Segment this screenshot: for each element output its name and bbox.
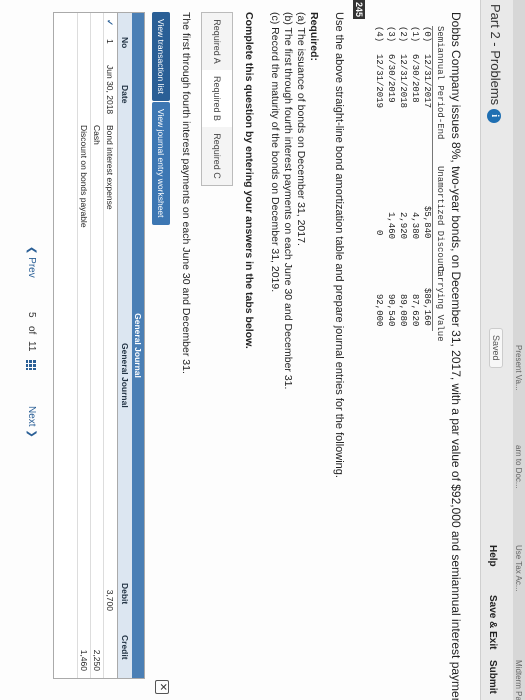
view-journal-worksheet-button[interactable]: View journal entry worksheet	[152, 102, 170, 225]
page-of: of	[26, 326, 37, 335]
header-discount: Unamortized Discount	[435, 166, 445, 275]
browser-tab-strip: Midterm Par... Use Tax Ac... arn to Doc.…	[513, 0, 525, 700]
account-cell[interactable]: Discount on bonds payable	[79, 125, 89, 228]
table-row: Cash 2,250	[90, 13, 104, 678]
assignment-page: Midterm Par... Use Tax Ac... arn to Doc.…	[0, 0, 525, 700]
browser-tab[interactable]: Present Va...	[514, 345, 523, 391]
chevron-left-icon: ❮	[26, 246, 37, 255]
grid-icon[interactable]	[26, 360, 36, 370]
debit-cell[interactable]: 3,700	[105, 553, 115, 611]
browser-tab[interactable]: Use Tax Ac...	[514, 545, 523, 592]
account-cell[interactable]: Cash	[92, 125, 102, 145]
browser-tab[interactable]: Midterm Par...	[514, 660, 523, 700]
account-cell[interactable]: Bond interest expense	[105, 125, 115, 210]
journal-title: General Journal	[132, 13, 144, 678]
table-row: ✓ 1 Jun 30, 2018 Bond interest expense 3…	[103, 13, 117, 678]
side-tag: 245	[353, 0, 365, 20]
header-account: General Journal	[120, 343, 130, 408]
header-no: No	[120, 37, 130, 49]
tab-required-b[interactable]: Required B	[202, 70, 232, 128]
required-item-a: (a) The issuance of bonds on December 31…	[295, 12, 307, 246]
view-transaction-list-button[interactable]: View transaction list	[152, 12, 170, 101]
required-title: Required:	[308, 12, 320, 62]
page-total: 11	[26, 341, 37, 352]
complete-instruction: Complete this question by entering your …	[243, 12, 255, 349]
header-credit: Credit	[120, 635, 130, 660]
submit-button[interactable]: Submit	[487, 660, 498, 694]
header-date: Date	[120, 85, 130, 104]
required-item-c: (c) Record the maturity of the bonds on …	[269, 12, 281, 293]
info-icon[interactable]: i	[487, 108, 502, 123]
check-icon: ✓	[105, 19, 115, 27]
part-title: Part 2 - Problems	[488, 4, 503, 106]
credit-cell[interactable]: 1,460	[79, 613, 89, 671]
instructions-text: Use the above straight-line bond amortiz…	[333, 12, 345, 478]
prev-button[interactable]: ❮ Prev	[26, 246, 37, 278]
tab-required-a[interactable]: Required A	[202, 13, 232, 71]
entry-date[interactable]: Jun 30, 2018	[105, 65, 115, 114]
general-journal-table: General Journal No Date General Journal …	[53, 12, 145, 679]
problem-statement: Dobbs Company issues 8%, two-year bonds,…	[449, 12, 463, 700]
next-button[interactable]: Next ❯	[26, 406, 37, 438]
tab-required-c[interactable]: Required C	[202, 127, 232, 185]
amortization-header: Semiannual Period-End Unamortized Discou…	[432, 26, 445, 342]
header-debit: Debit	[120, 583, 130, 605]
chevron-right-icon: ❯	[26, 429, 37, 438]
required-item-b: (b) The first through fourth interest pa…	[282, 12, 294, 390]
saved-status: Saved	[489, 328, 503, 368]
page-current: 5	[26, 312, 37, 318]
table-row: Discount on bonds payable 1,460	[77, 13, 91, 678]
tab-instruction: The first through fourth interest paymen…	[180, 12, 192, 374]
header-period: Semiannual Period-End	[435, 26, 445, 140]
help-link[interactable]: Help	[487, 545, 498, 567]
header-carrying: Carrying Value	[435, 266, 445, 342]
save-exit-button[interactable]: Save & Exit	[487, 595, 498, 649]
close-icon[interactable]: ✕	[155, 680, 169, 694]
browser-tab[interactable]: arn to Doc...	[514, 445, 523, 489]
part-header: Part 2 - Problems i	[487, 4, 503, 123]
required-list: Required: (a) The issuance of bonds on D…	[268, 12, 320, 389]
required-tabs: Required A Required B Required C	[201, 12, 233, 186]
credit-cell[interactable]: 2,250	[92, 613, 102, 671]
screen: Midterm Par... Use Tax Ac... arn to Doc.…	[0, 0, 525, 700]
journal-header-row: No Date General Journal Debit Credit	[117, 13, 132, 678]
